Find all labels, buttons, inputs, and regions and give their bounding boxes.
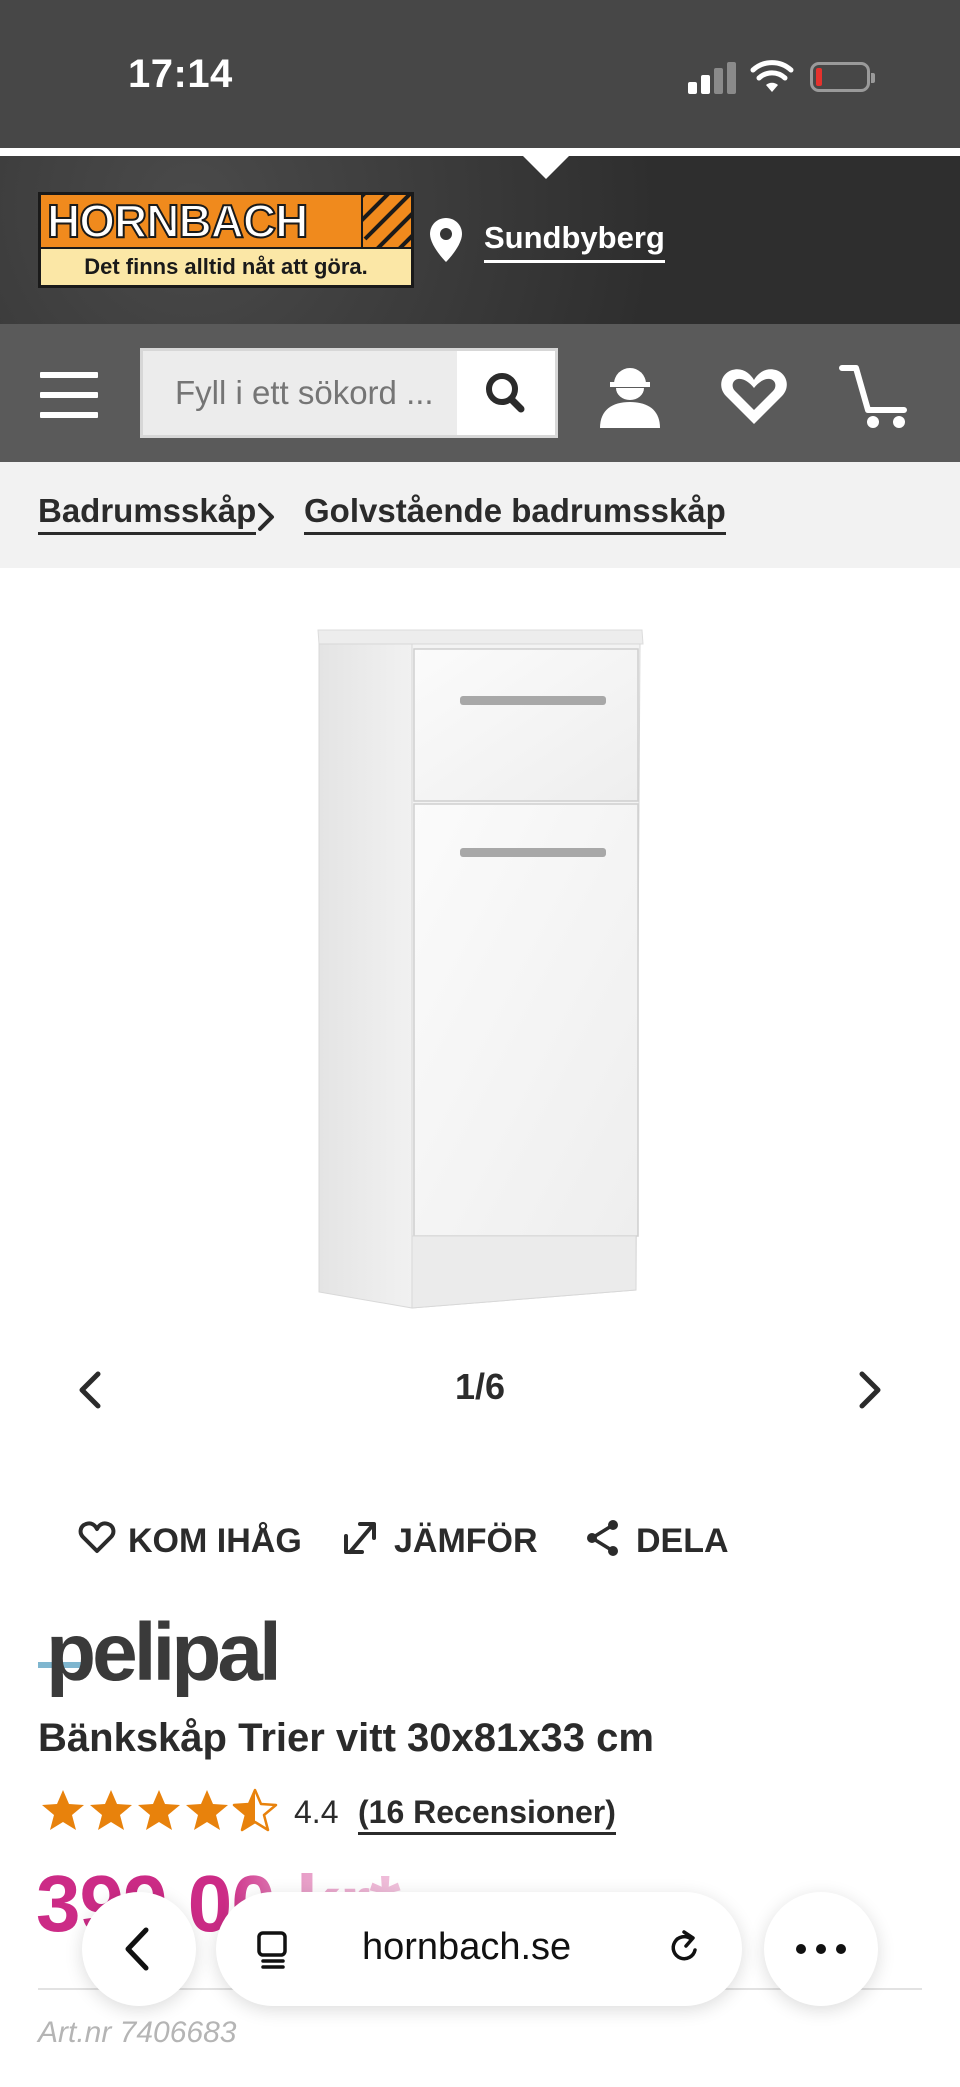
breadcrumb-item[interactable]: Golvstående badrumsskåp [304, 492, 726, 535]
brand-name: pelipal [46, 1618, 278, 1698]
remember-label: KOM IHÅG [128, 1522, 302, 1560]
reviews-link[interactable]: (16 Recensioner) [358, 1794, 616, 1835]
rating-value: 4.4 [294, 1794, 339, 1830]
reload-icon[interactable] [662, 1926, 708, 1972]
chevron-right-icon [258, 503, 274, 531]
reader-mode-icon [257, 1931, 287, 1969]
star-half-icon [232, 1788, 278, 1832]
star-full-icon [138, 1790, 180, 1830]
cart-icon[interactable] [838, 358, 918, 434]
signal-icon [688, 62, 736, 94]
header-notch [522, 155, 570, 179]
carousel-counter: 1/6 [454, 1366, 506, 1407]
article-number: Art.nr 7406683 [38, 2016, 237, 2049]
status-bar: 17:14 [0, 0, 960, 150]
search-icon [486, 373, 525, 413]
header-divider [0, 148, 960, 156]
carousel-next-icon[interactable] [850, 1368, 890, 1412]
star-full-icon [42, 1790, 84, 1830]
heart-outline-icon [78, 1521, 116, 1553]
logo-tagline: Det finns alltid nåt att göra. [84, 254, 368, 279]
wishlist-heart-icon[interactable] [714, 358, 794, 434]
carousel-prev-icon[interactable] [70, 1368, 110, 1412]
breadcrumb-item[interactable]: Badrumsskåp [38, 492, 257, 535]
product-title: Bänkskåp Trier vitt 30x81x33 cm [38, 1716, 654, 1760]
logo-wordmark: HORNBACH [46, 195, 309, 247]
browser-more-button[interactable] [764, 1892, 878, 2006]
share-icon [587, 1520, 618, 1556]
more-dots-icon [796, 1944, 846, 1954]
browser-back-button[interactable] [82, 1892, 196, 2006]
star-full-icon [90, 1790, 132, 1830]
wifi-icon [750, 60, 794, 92]
compare-label: JÄMFÖR [394, 1522, 538, 1560]
location-pin-icon [430, 218, 462, 262]
pelipal-brand-logo[interactable]: pelipal [38, 1618, 288, 1710]
browser-url: hornbach.se [362, 1926, 572, 1968]
battery-icon [810, 62, 875, 92]
search-input[interactable] [143, 351, 457, 435]
status-time: 17:14 [128, 52, 233, 96]
store-location-label: Sundbyberg [484, 220, 665, 263]
chevron-left-icon [125, 1927, 149, 1971]
search-button[interactable] [457, 351, 555, 435]
hornbach-logo[interactable]: HORNBACH Det finns alltid nåt att göra. [38, 192, 414, 288]
product-image[interactable] [300, 620, 660, 1320]
menu-icon[interactable] [40, 372, 98, 418]
logo-stripes-icon [363, 195, 411, 247]
browser-address-bar[interactable]: hornbach.se [216, 1892, 742, 2006]
share-label: DELA [636, 1522, 729, 1560]
star-full-icon [186, 1790, 228, 1830]
account-icon[interactable] [590, 358, 670, 434]
search-box [140, 348, 558, 438]
compare-arrows-icon [344, 1522, 376, 1554]
